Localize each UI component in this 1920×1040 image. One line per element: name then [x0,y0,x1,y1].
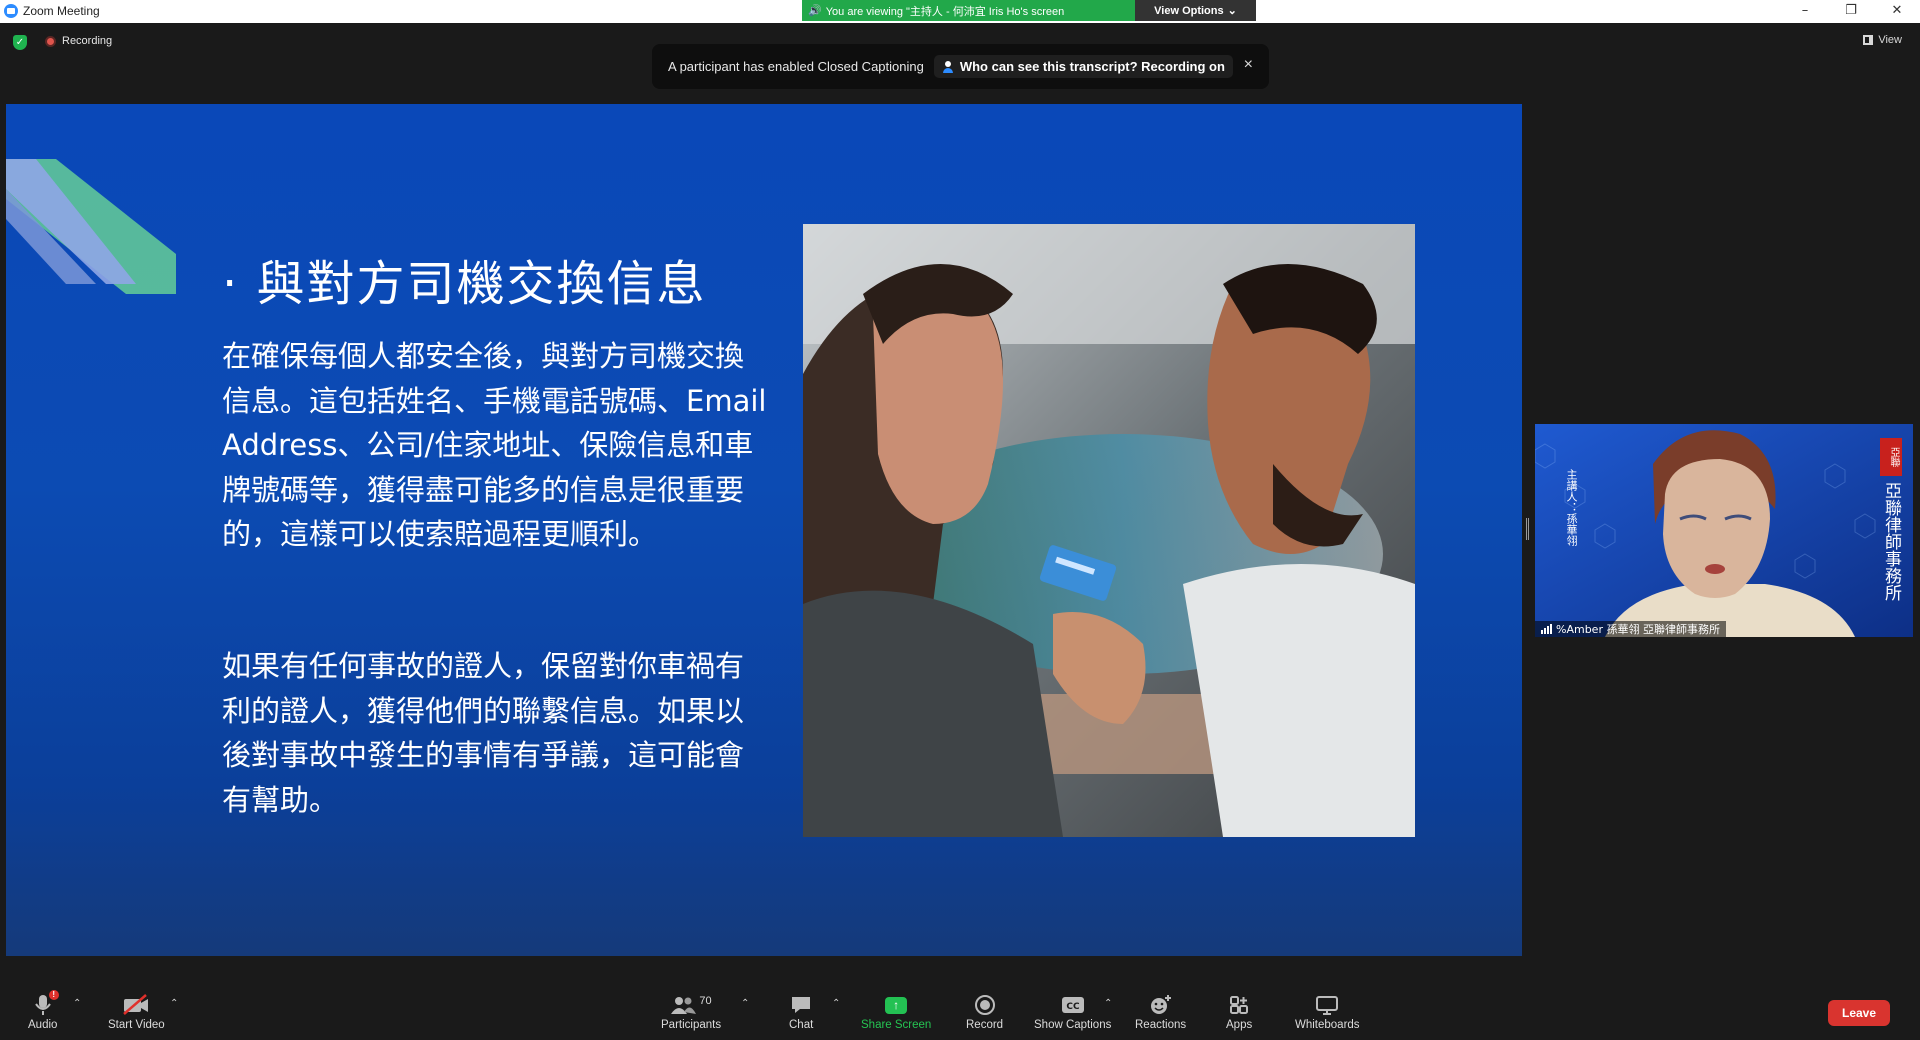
transcript-visibility-link[interactable]: Who can see this transcript? Recording o… [933,55,1233,78]
reactions-button[interactable]: Reactions [1135,992,1186,1031]
participants-count: 70 [699,995,712,1007]
chat-label: Chat [789,1019,814,1031]
cc-icon: CC [1061,992,1085,1018]
window-controls: – ❐ ✕ [1782,0,1920,21]
record-icon [974,992,996,1018]
panel-resize-handle[interactable] [1526,518,1529,540]
captions-options-caret[interactable]: ⌃ [1104,998,1112,1009]
person-icon [942,60,954,73]
participants-options-caret[interactable]: ⌃ [741,998,749,1009]
view-options-label: View Options [1154,4,1224,17]
svg-text:CC: CC [1066,1002,1080,1012]
close-window-button[interactable]: ✕ [1874,0,1920,21]
leave-meeting-button[interactable]: Leave [1828,1000,1890,1026]
slide-paragraph-2: 如果有任何事故的證人，保留對你車禍有利的證人，獲得他們的聯繫信息。如果以後對事故… [222,649,745,817]
video-off-icon [122,992,150,1018]
whiteboard-icon [1315,992,1339,1018]
apps-icon [1228,992,1250,1018]
slide-decoration-shapes [6,159,176,294]
slide-title: · 與對方司機交換信息 [222,256,707,312]
participants-icon [671,997,697,1014]
audio-label: Audio [28,1019,58,1031]
participant-video-feed [1535,424,1913,637]
participants-label: Participants [661,1019,722,1031]
recording-dot-icon [45,35,56,47]
speaker-banner-left: 主講人：孫華翎 [1565,469,1578,546]
participant-name-label: %Amber 孫華翎 亞聯律師事務所 [1535,621,1726,637]
participants-button[interactable]: 70 Participants [661,992,721,1031]
encryption-shield-icon[interactable]: ✓ [13,35,27,50]
slide-paragraph-1: 在確保每個人都安全後，與對方司機交換信息。這包括姓名、手機電話號碼、Email … [222,339,767,551]
chat-options-caret[interactable]: ⌃ [832,998,840,1009]
shared-screen-slide: · 與對方司機交換信息 在確保每個人都安全後，與對方司機交換信息。這包括姓名、手… [6,104,1522,956]
law-firm-seal: 亞聯 [1888,447,1899,467]
close-notice-button[interactable]: × [1244,56,1253,74]
microphone-icon: ! [33,990,59,1018]
view-layout-icon [1863,35,1874,45]
share-screen-label: Share Screen [861,1019,932,1031]
participant-name: %Amber 孫華翎 亞聯律師事務所 [1556,623,1720,636]
cc-notice-message: A participant has enabled Closed Caption… [668,59,924,74]
record-label: Record [966,1019,1004,1031]
participant-video-tile[interactable]: 亞聯 主講人：孫華翎 亞聯律師事務所 %Amber 孫華翎 亞聯律師事務所 [1535,424,1913,637]
start-video-button[interactable]: Start Video [108,992,165,1031]
whiteboards-button[interactable]: Whiteboards [1295,992,1360,1031]
share-screen-icon-wrap: ↑ [885,992,908,1018]
audio-warning-badge: ! [48,990,59,1000]
chevron-down-icon: ⌄ [1227,5,1237,17]
transcript-visibility-label: Who can see this transcript? Recording o… [959,59,1225,74]
slide-illustration-image [803,224,1415,837]
record-button[interactable]: Record [966,992,1003,1031]
view-label: View [1878,34,1902,46]
drivers-exchanging-info-illustration [803,224,1415,837]
apps-button[interactable]: Apps [1226,992,1252,1031]
window-title: Zoom Meeting [23,4,100,18]
chat-icon [790,992,812,1018]
recording-label: Recording [62,35,113,47]
signal-strength-icon [1541,624,1552,634]
recording-indicator[interactable]: Recording [45,35,112,47]
meeting-toolbar: ! Audio ⌃ Start Video ⌃ 70 Participants … [0,984,1920,1040]
audio-options-caret[interactable]: ⌃ [73,998,81,1009]
show-captions-label: Show Captions [1034,1019,1112,1031]
whiteboards-label: Whiteboards [1295,1019,1360,1031]
show-captions-button[interactable]: CC Show Captions [1034,992,1111,1031]
view-options-button[interactable]: View Options ⌄ [1135,0,1256,21]
window-titlebar: Zoom Meeting 🔊 You are viewing "主持人 - 何沛… [0,0,1920,23]
speaker-icon: 🔊 [808,5,822,17]
closed-caption-notification: A participant has enabled Closed Caption… [652,44,1269,89]
start-video-label: Start Video [108,1019,165,1031]
participants-icon-wrap: 70 [670,992,712,1018]
zoom-app-icon [4,4,18,18]
apps-label: Apps [1226,1019,1253,1031]
chat-button[interactable]: Chat [789,992,813,1031]
share-screen-button[interactable]: ↑ Share Screen [861,992,931,1031]
reactions-smiley-icon [1149,992,1173,1018]
reactions-label: Reactions [1135,1019,1187,1031]
audio-button[interactable]: ! Audio [28,990,59,1031]
viewing-screen-banner: 🔊 You are viewing "主持人 - 何沛宜 Iris Ho's s… [802,0,1135,21]
restore-button[interactable]: ❐ [1828,0,1874,21]
video-options-caret[interactable]: ⌃ [170,998,178,1009]
viewing-banner-text: You are viewing "主持人 - 何沛宜 Iris Ho's scr… [825,5,1065,18]
share-screen-icon: ↑ [885,996,908,1014]
speaker-banner-right: 亞聯律師事務所 [1881,482,1901,601]
view-button[interactable]: View [1863,34,1902,46]
minimize-button[interactable]: – [1782,0,1828,21]
